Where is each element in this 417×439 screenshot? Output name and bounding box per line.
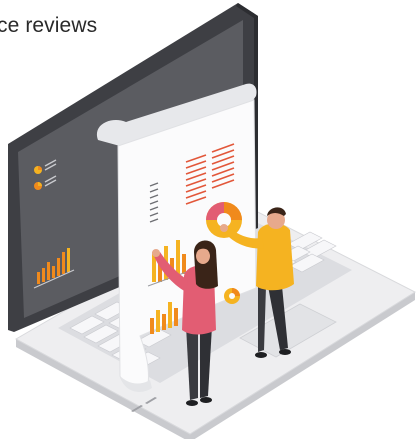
illustration — [8, 3, 417, 439]
paper-donut-chart — [206, 202, 242, 238]
paper-pie-chart — [224, 288, 240, 304]
